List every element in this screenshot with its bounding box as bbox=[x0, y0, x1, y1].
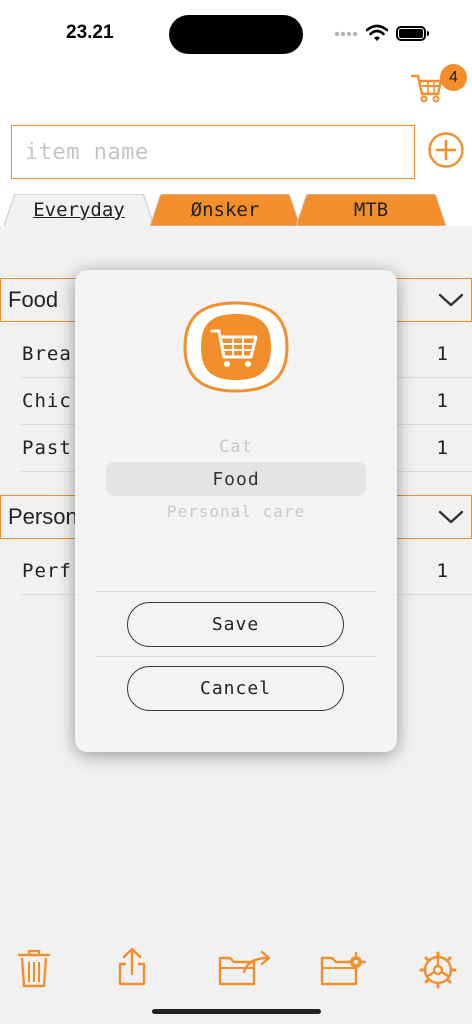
item-name: Brea bbox=[22, 343, 72, 365]
item-quantity: 1 bbox=[436, 390, 449, 412]
tab-onsker-label: Ønsker bbox=[190, 199, 260, 221]
tab-everyday-label: Everyday bbox=[33, 199, 125, 221]
item-quantity: 1 bbox=[436, 560, 449, 582]
item-quantity: 1 bbox=[436, 437, 449, 459]
battery-icon bbox=[396, 26, 429, 41]
share-icon[interactable] bbox=[114, 946, 150, 990]
item-name: Past bbox=[22, 437, 72, 459]
divider bbox=[95, 656, 377, 657]
category-picker-dialog: Cat Food Personal care Save Cancel bbox=[75, 270, 397, 752]
cellular-signal-icon bbox=[334, 31, 358, 37]
section-title: Person bbox=[8, 504, 78, 529]
folder-export-icon[interactable] bbox=[218, 946, 274, 990]
folder-settings-icon[interactable] bbox=[320, 946, 366, 990]
status-time: 23.21 bbox=[66, 22, 114, 43]
picker-option[interactable]: Cat bbox=[75, 437, 397, 457]
save-button[interactable]: Save bbox=[127, 602, 344, 647]
picker-option-selected[interactable]: Food bbox=[75, 469, 397, 490]
cart-count-badge: 4 bbox=[440, 64, 467, 91]
settings-icon[interactable] bbox=[418, 946, 458, 990]
picker-option[interactable]: Personal care bbox=[75, 502, 397, 521]
item-name: Perf bbox=[22, 560, 72, 582]
wifi-icon bbox=[366, 24, 388, 41]
section-title: Food bbox=[8, 287, 59, 312]
item-name-input[interactable] bbox=[11, 125, 415, 179]
chevron-down-icon[interactable] bbox=[438, 292, 464, 308]
item-quantity: 1 bbox=[436, 343, 449, 365]
tab-onsker[interactable]: Ønsker bbox=[150, 194, 300, 226]
shopping-cart-logo-icon bbox=[183, 301, 289, 393]
trash-icon[interactable] bbox=[16, 946, 52, 990]
tab-mtb-label: MTB bbox=[353, 199, 389, 221]
cancel-button[interactable]: Cancel bbox=[127, 666, 344, 711]
dynamic-island bbox=[169, 15, 303, 54]
chevron-down-icon[interactable] bbox=[438, 509, 464, 525]
tab-mtb[interactable]: MTB bbox=[296, 194, 446, 226]
add-item-icon[interactable] bbox=[427, 131, 465, 169]
item-name: Chic bbox=[22, 390, 72, 412]
divider bbox=[95, 591, 377, 592]
tab-everyday[interactable]: Everyday bbox=[4, 194, 154, 226]
cart-icon[interactable] bbox=[410, 72, 444, 104]
home-indicator bbox=[152, 1009, 321, 1014]
